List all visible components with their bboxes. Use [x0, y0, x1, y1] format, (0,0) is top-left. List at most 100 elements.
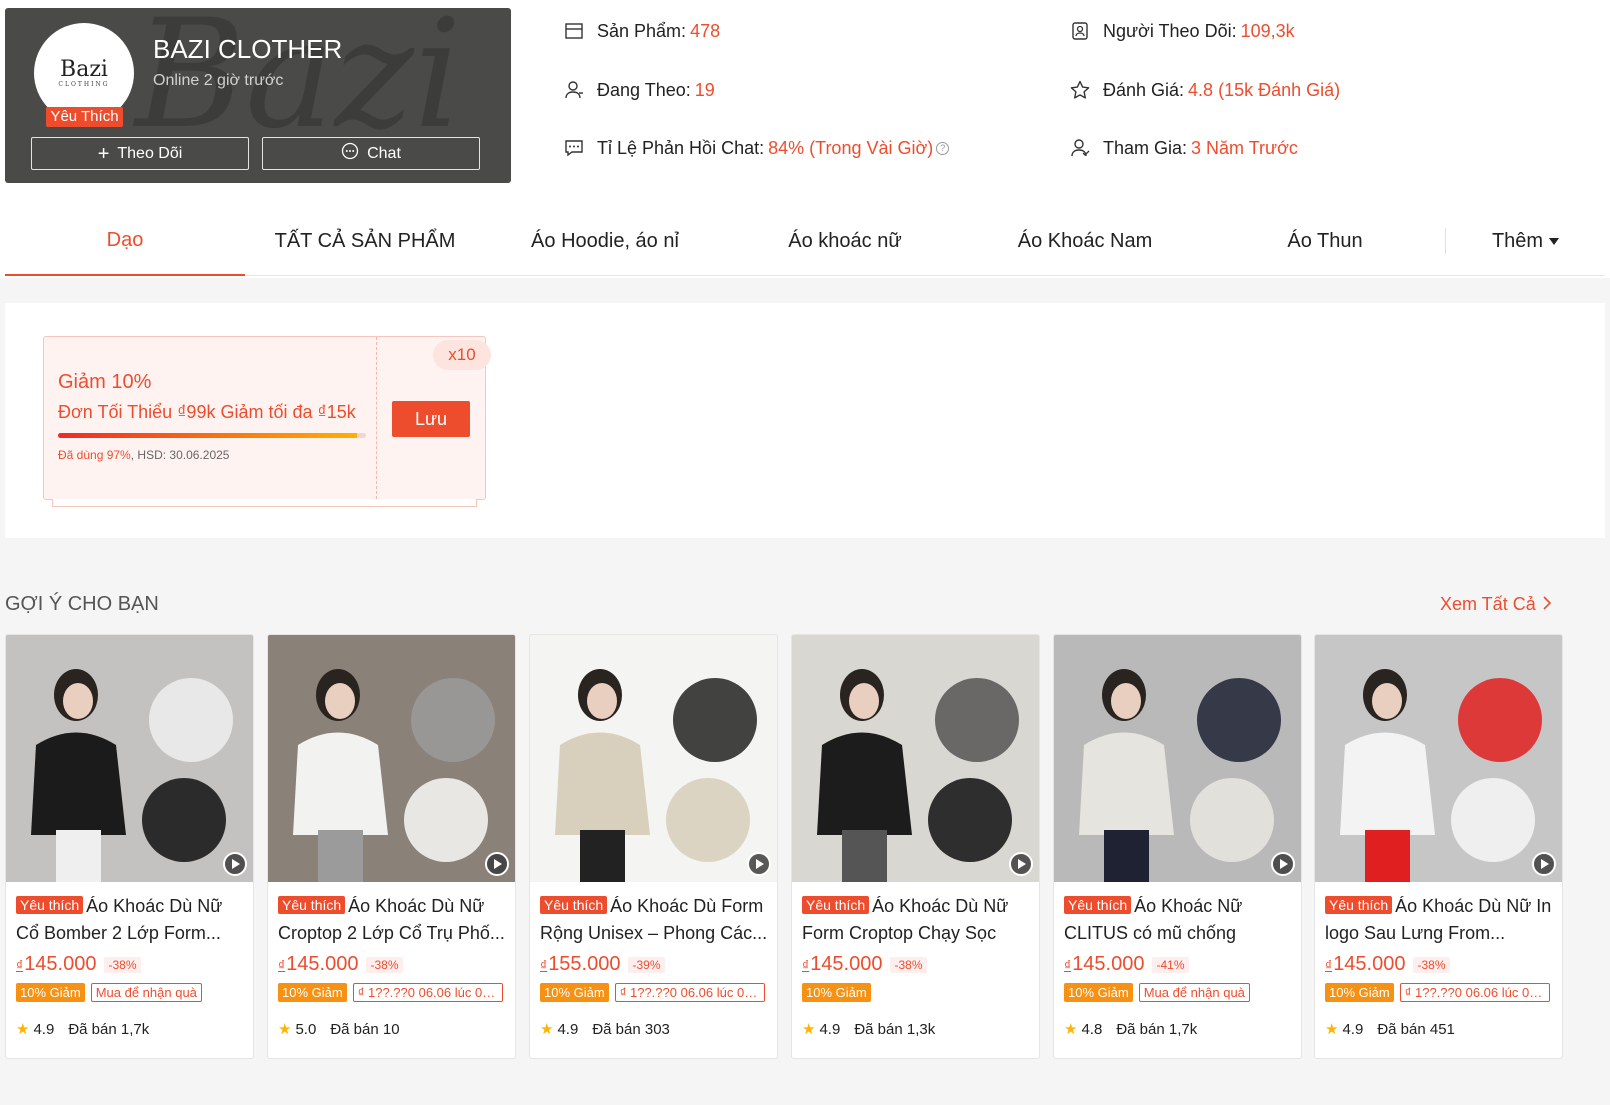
product-name[interactable]: Yêu thích Áo Khoác Dù Form Rộng Unisex – …: [540, 893, 768, 947]
stat-chat-rate: Tỉ Lệ Phản Hồi Chat: 84% (Trong Vài Giờ)…: [563, 137, 950, 159]
product-name[interactable]: Yêu thích Áo Khoác Dù Nữ Cổ Bomber 2 Lớp …: [16, 893, 244, 947]
product-sold: Đã bán 1,7k: [1116, 1020, 1198, 1038]
tab-women-jacket[interactable]: Áo khoác nữ: [725, 206, 965, 276]
product-discount: -38%: [890, 956, 927, 973]
currency-symbol: ₫: [802, 956, 810, 973]
video-play-icon[interactable]: [1532, 852, 1556, 876]
product-card[interactable]: Yêu thích Áo Khoác Dù Nữ Cổ Bomber 2 Lớp …: [5, 634, 254, 1059]
stat-followers-value: 109,3k: [1240, 20, 1295, 41]
tab-men-jacket[interactable]: Áo Khoác Nam: [965, 206, 1205, 276]
stat-followers-label: Người Theo Dõi:: [1103, 20, 1237, 41]
user-plus-icon: [563, 79, 585, 101]
plus-icon: +: [97, 142, 110, 165]
product-card[interactable]: Yêu thích Áo Khoác Dù Nữ Croptop 2 Lớp Cổ…: [267, 634, 516, 1059]
product-tags: 10% Giảm ₫ 1??.??0 06.06 lúc 00:...: [278, 983, 503, 1002]
product-price: ₫ 145.000 -38%: [16, 953, 141, 976]
product-favorite-badge: Yêu thích: [540, 896, 608, 914]
product-card[interactable]: Yêu thích Áo Khoác Dù Nữ Form Croptop Chạ…: [791, 634, 1040, 1059]
tab-all-products[interactable]: TẤT CẢ SẢN PHẨM: [245, 206, 485, 276]
product-meta: ★ 4.9 Đã bán 1,7k: [16, 1020, 149, 1039]
product-tags: 10% Giảm Mua để nhận quà: [16, 983, 202, 1002]
product-tags: 10% Giảm ₫ 1??.??0 06.06 lúc 00:...: [1325, 983, 1550, 1002]
stat-rating-label: Đánh Giá:: [1103, 79, 1185, 100]
product-meta: ★ 5.0 Đã bán 10: [278, 1020, 400, 1039]
product-favorite-badge: Yêu thích: [278, 896, 346, 914]
tab-tshirt[interactable]: Áo Thun: [1205, 206, 1445, 276]
video-play-icon[interactable]: [223, 852, 247, 876]
product-tags: 10% Giảm: [802, 983, 871, 1002]
rating-star-icon: ★: [278, 1021, 292, 1038]
product-rating: 4.9: [33, 1020, 55, 1038]
product-price: ₫ 155.000 -39%: [540, 953, 665, 976]
product-card[interactable]: Yêu thích Áo Khoác Dù Nữ In logo Sau Lưng…: [1314, 634, 1563, 1059]
video-play-icon[interactable]: [1271, 852, 1295, 876]
product-promo-tag: Mua để nhận quà: [90, 983, 202, 1002]
stat-following: Đang Theo: 19: [563, 79, 715, 101]
help-icon[interactable]: ?: [936, 141, 950, 155]
video-play-icon[interactable]: [1009, 852, 1033, 876]
rating-star-icon: ★: [16, 1021, 30, 1038]
voucher-title: Giảm 10%: [58, 371, 152, 393]
avatar-logo-text: Bazi: [60, 56, 108, 82]
stat-followers: Người Theo Dõi: 109,3k: [1069, 20, 1295, 42]
voucher-save-button[interactable]: Lưu: [392, 401, 470, 437]
product-meta: ★ 4.9 Đã bán 451: [1325, 1020, 1455, 1039]
product-sold: Đã bán 303: [592, 1020, 670, 1038]
product-promo-tag: ₫ 1??.??0 06.06 lúc 00:...: [1399, 983, 1550, 1002]
product-price-value: 145.000: [810, 953, 883, 975]
product-card[interactable]: Yêu thích Áo Khoác Nữ CLITUS có mũ chống …: [1053, 634, 1302, 1059]
rating-star-icon: ★: [1064, 1021, 1078, 1038]
stat-products: Sản Phẩm: 478: [563, 20, 720, 42]
voucher-quantity: x10: [433, 340, 491, 370]
tab-explore[interactable]: Dạo: [5, 206, 245, 276]
product-price: ₫ 145.000 -41%: [1064, 953, 1189, 976]
shop-header: Bazi Bazi CLOTHING Yêu Thích BAZI CLOTHE…: [0, 0, 1610, 278]
chat-button[interactable]: Chat: [262, 137, 480, 170]
product-favorite-badge: Yêu thích: [802, 896, 870, 914]
voucher-description: Đơn Tối Thiểu ₫99k Giảm tối đa ₫15k: [58, 402, 356, 422]
video-play-icon[interactable]: [485, 852, 509, 876]
product-image[interactable]: [6, 635, 253, 882]
product-image[interactable]: [1054, 635, 1301, 882]
product-name[interactable]: Yêu thích Áo Khoác Dù Nữ In logo Sau Lưng…: [1325, 893, 1553, 947]
product-voucher-tag: 10% Giảm: [1325, 983, 1394, 1002]
shop-name: BAZI CLOTHER: [153, 34, 343, 64]
product-meta: ★ 4.9 Đã bán 1,3k: [802, 1020, 936, 1039]
voucher-usage-text: Đã dùng 97%, HSD: 30.06.2025: [58, 448, 368, 462]
tab-more[interactable]: Thêm: [1445, 228, 1605, 254]
shop-card: Bazi Bazi CLOTHING Yêu Thích BAZI CLOTHE…: [5, 8, 511, 183]
product-voucher-tag: 10% Giảm: [802, 983, 871, 1002]
product-price-value: 145.000: [1072, 953, 1145, 975]
currency-symbol: ₫: [1064, 956, 1072, 973]
product-voucher-tag: 10% Giảm: [1064, 983, 1133, 1002]
product-image[interactable]: [792, 635, 1039, 882]
caret-down-icon: [1549, 237, 1560, 245]
rating-star-icon: ★: [802, 1021, 816, 1038]
video-play-icon[interactable]: [747, 852, 771, 876]
product-price-value: 145.000: [286, 953, 359, 975]
product-price: ₫ 145.000 -38%: [1325, 953, 1450, 976]
product-card[interactable]: Yêu thích Áo Khoác Dù Form Rộng Unisex – …: [529, 634, 778, 1059]
product-image[interactable]: [268, 635, 515, 882]
chevron-right-icon: [1542, 594, 1552, 615]
product-rating: 4.8: [1081, 1020, 1103, 1038]
see-all-link[interactable]: Xem Tất Cả: [1440, 594, 1552, 615]
product-name[interactable]: Yêu thích Áo Khoác Nữ CLITUS có mũ chống …: [1064, 893, 1292, 947]
product-voucher-tag: 10% Giảm: [278, 983, 347, 1002]
product-sold: Đã bán 1,3k: [854, 1020, 936, 1038]
stat-rating: Đánh Giá: 4.8 (15k Đánh Giá): [1069, 79, 1340, 101]
product-tags: 10% Giảm Mua để nhận quà: [1064, 983, 1250, 1002]
product-name[interactable]: Yêu thích Áo Khoác Dù Nữ Croptop 2 Lớp Cổ…: [278, 893, 506, 947]
product-discount: -38%: [366, 956, 403, 973]
product-image[interactable]: [530, 635, 777, 882]
product-price-value: 145.000: [1333, 953, 1406, 975]
follow-button[interactable]: + Theo Dõi: [31, 137, 249, 170]
product-name[interactable]: Yêu thích Áo Khoác Dù Nữ Form Croptop Chạ…: [802, 893, 1030, 947]
followers-icon: [1069, 20, 1091, 42]
shop-tabs: Dạo TẤT CẢ SẢN PHẨM Áo Hoodie, áo nỉ Áo …: [5, 206, 1605, 276]
voucher-expiry: , HSD: 30.06.2025: [130, 448, 230, 462]
tab-hoodie[interactable]: Áo Hoodie, áo nỉ: [485, 206, 725, 276]
chat-bubble-icon: [341, 142, 359, 165]
product-image[interactable]: [1315, 635, 1562, 882]
product-voucher-tag: 10% Giảm: [540, 983, 609, 1002]
